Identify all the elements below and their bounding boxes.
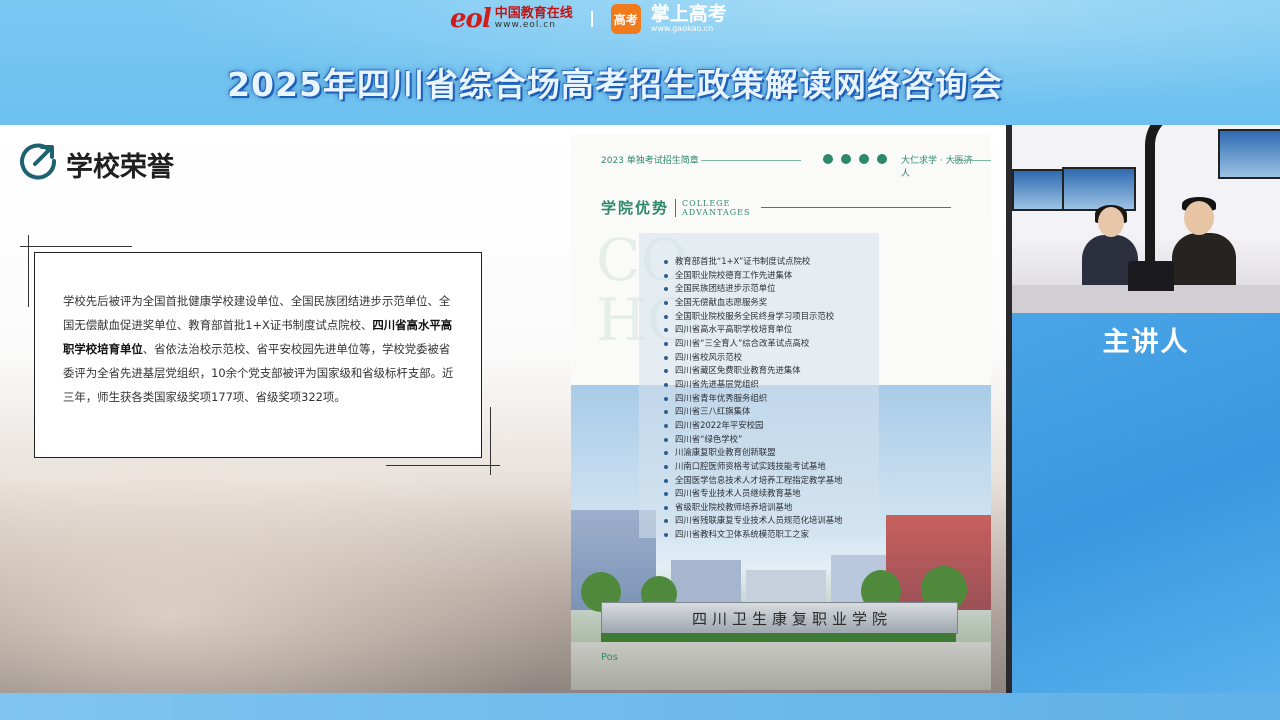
presenter-face [1098,207,1124,237]
eol-logo-mark: eol [450,4,492,34]
brochure-image: 2023 单独考试招生简章 大仁求学 · 大医济人 学院优势 COLLEGE AD… [571,135,991,690]
laptop [1128,261,1174,291]
honor-item: 四川省三八红旗集体 [663,405,843,419]
gaokao-logo-name: 掌上高考 [650,2,727,25]
honor-item: 四川省专业技术人员继续教育基地 [663,487,843,501]
gaokao-logo: 掌上高考 www.gaokao.cn [650,2,727,33]
gaokao-logo-badge: 高考 [610,4,641,34]
honor-item: 全国无偿献血志愿服务奖 [663,296,843,310]
honor-item: 全国医学信息技术人才培养工程指定教学基地 [663,474,843,488]
brochure-rule [953,160,991,161]
honor-item: 省级职业院校教师培养培训基地 [663,501,843,515]
header-logos: eol 中国教育在线 www.eol.cn 高考 掌上高考 www.gaokao… [450,0,830,38]
brochure-section-rule [761,207,951,208]
honor-item: 全国职业院校服务全民终身学习项目示范校 [663,310,843,324]
circle-icon [823,154,833,164]
brochure-section-cn: 学院优势 [601,199,670,217]
bottom-strip [0,693,1280,720]
circle-icon [877,154,887,164]
honor-item: 教育部首批“1+X”证书制度试点院校 [663,255,843,269]
studio-screen [1012,169,1064,211]
honor-item: 四川省先进基层党组织 [663,378,843,392]
brochure-section-en-line: COLLEGE [682,198,731,208]
campus-gate: 四川卫生康复职业学院 [601,602,958,634]
presenter-face [1184,201,1214,235]
circle-icon [859,154,869,164]
brochure-year-label: 2023 单独考试招生简章 [601,156,699,166]
brochure-footer-mark: Pos [601,652,619,663]
brochure-icons [823,154,887,164]
studio-screen [1062,167,1136,211]
honors-description-box: 学校先后被评为全国首批健康学校建设单位、全国民族团结进步示范单位、全国无偿献血促… [34,252,482,458]
brochure-header: 2023 单独考试招生简章 大仁求学 · 大医济人 [601,153,991,179]
cloud-decoration [0,433,570,693]
eol-logo: eol 中国教育在线 www.eol.cn [450,4,573,34]
gaokao-logo-url: www.gaokao.cn [650,23,714,33]
studio-screen [1218,129,1280,179]
corner-line [386,465,500,466]
speaker-label: 主讲人 [1102,327,1190,358]
honor-item: 川渝康复职业教育创新联盟 [663,446,843,460]
honor-item: 四川省2022年平安校园 [663,419,843,433]
honor-item: 全国民族团结进步示范单位 [663,282,843,296]
section-title: 学校荣誉 [66,152,174,183]
honor-item: 四川省青年优秀服务组织 [663,392,843,406]
honor-item: 川南口腔医师资格考试实践技能考试基地 [663,460,843,474]
honor-item: 四川省高水平高职学校培育单位 [663,323,843,337]
gate-sign: 四川卫生康复职业学院 [692,610,893,628]
eol-logo-name: 中国教育在线 [494,6,573,22]
brochure-section-bar [675,198,677,217]
honor-item: 四川省藏区免费职业教育先进集体 [663,364,843,378]
brochure-section-heading: 学院优势 COLLEGE ADVANTAGES [601,197,750,218]
speaker-panel [1012,313,1280,693]
honors-list: 教育部首批“1+X”证书制度试点院校 全国职业院校德育工作先进集体 全国民族团结进步… [663,255,843,542]
honor-item: 四川省“三全育人”综合改革试点高校 [663,337,843,351]
honor-item: 四川省教科文卫体系统模范职工之家 [663,528,843,542]
presenter-camera-feed [1012,125,1280,313]
honor-item: 四川省“绿色学校” [663,433,843,447]
brochure-section-en-line: ADVANTAGES [682,207,751,217]
circle-icon [841,154,851,164]
logo-separator [590,11,593,27]
eol-logo-url: www.eol.cn [494,20,556,31]
brochure-rule [701,160,801,161]
brochure-section-en: COLLEGE ADVANTAGES [682,199,750,217]
corner-line [20,246,132,247]
honor-item: 全国职业院校德育工作先进集体 [663,269,843,283]
hedge [601,633,956,642]
broadcast-title: 2025年四川省综合场高考招生政策解读网络咨询会 [227,65,1003,104]
honor-item: 四川省校风示范校 [663,351,843,365]
brochure-motto: 大仁求学 · 大医济人 [901,156,973,179]
road [571,642,991,690]
arrow-up-right-circle-icon [20,143,57,180]
honor-item: 四川省残联康复专业技术人员规范化培训基地 [663,514,843,528]
